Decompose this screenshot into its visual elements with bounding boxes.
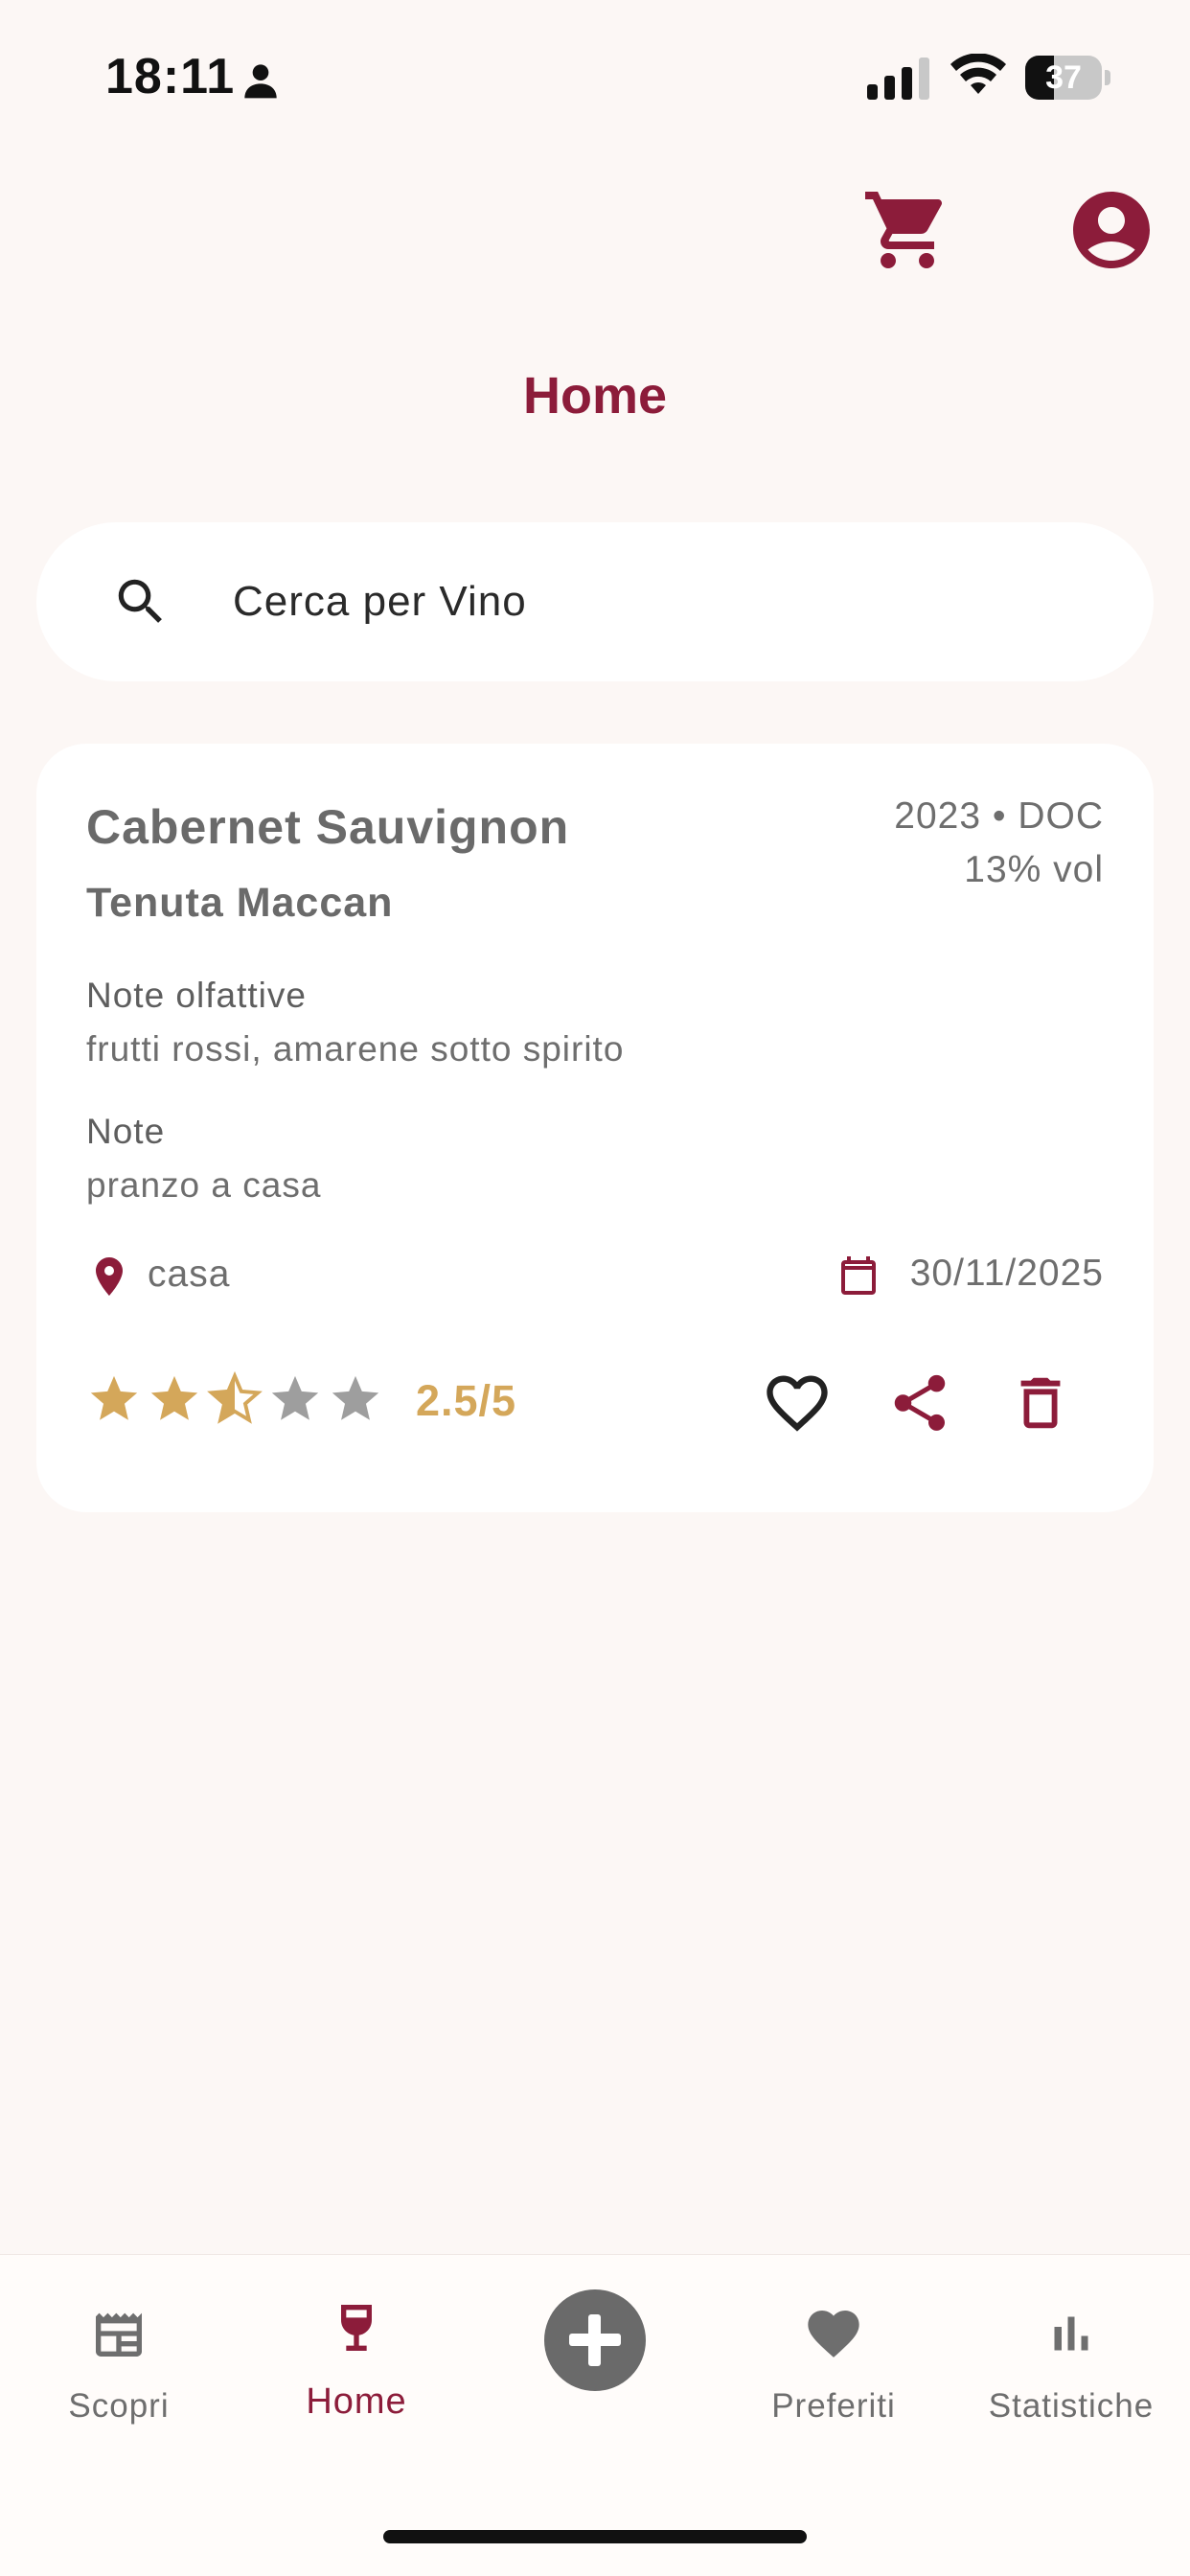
nav-label-preferiti: Preferiti <box>771 2387 896 2425</box>
wine-vintage-denomination: 2023 • DOC <box>894 795 1104 837</box>
rating-stars <box>86 1371 393 1429</box>
delete-button[interactable] <box>1002 1365 1079 1441</box>
nav-item-statistiche[interactable]: Statistiche <box>966 2303 1177 2447</box>
signal-icon <box>867 58 929 100</box>
bar-chart-icon <box>1054 2316 1088 2351</box>
wine-card[interactable]: Cabernet Sauvignon Tenuta Maccan 2023 • … <box>36 744 1154 1512</box>
add-wine-button[interactable] <box>544 2289 646 2391</box>
star-full-icon <box>150 1375 198 1420</box>
battery-percentage: 37 <box>1045 59 1082 96</box>
search-bar[interactable] <box>36 522 1154 681</box>
cart-button[interactable] <box>858 180 957 280</box>
home-indicator[interactable] <box>383 2530 807 2543</box>
app-screen: 18:11 37 Home Cerca per Vino Cabernet Sa… <box>0 0 1190 2576</box>
olfactory-notes-label: Note olfattive <box>86 976 307 1015</box>
star-empty-icon <box>271 1375 319 1420</box>
wine-name: Cabernet Sauvignon <box>86 800 570 854</box>
share-icon <box>894 1374 946 1431</box>
star-empty-icon <box>332 1375 379 1420</box>
nav-item-scopri[interactable]: Scopri <box>13 2303 224 2447</box>
rating-text: 2.5/5 <box>416 1376 517 1425</box>
nav-label-home: Home <box>306 2381 407 2422</box>
nav-label-scopri: Scopri <box>68 2387 170 2425</box>
star-full-icon <box>90 1375 138 1420</box>
heart-outline-icon <box>767 1375 828 1432</box>
nav-label-statistiche: Statistiche <box>988 2387 1155 2425</box>
wifi-icon <box>950 54 1006 94</box>
battery-icon: 37 <box>1025 56 1110 100</box>
notes-value: pranzo a casa <box>86 1165 322 1205</box>
favorite-button[interactable] <box>759 1365 835 1441</box>
notes-label: Note <box>86 1112 166 1151</box>
profile-icon <box>1073 192 1150 268</box>
wine-date: 30/11/2025 <box>909 1253 1104 1294</box>
wine-producer: Tenuta Maccan <box>86 880 394 926</box>
wine-glass-icon <box>341 2305 372 2351</box>
olfactory-notes-value: frutti rossi, amarene sotto spirito <box>86 1029 625 1069</box>
page-title: Home <box>522 367 668 425</box>
cart-icon <box>865 192 943 268</box>
profile-button[interactable] <box>1062 180 1161 280</box>
heart-icon <box>808 2311 859 2358</box>
trash-icon <box>1020 1377 1061 1429</box>
star-half-icon <box>207 1371 263 1424</box>
bottom-navigation: Scopri Home Preferiti Statistiche <box>0 2254 1190 2576</box>
person-icon <box>244 64 277 99</box>
calendar-icon <box>841 1256 876 1295</box>
wine-location: casa <box>148 1254 231 1295</box>
nav-item-preferiti[interactable]: Preferiti <box>728 2303 939 2447</box>
status-time: 18:11 <box>105 49 236 104</box>
wine-abv: 13% vol <box>964 849 1104 890</box>
share-button[interactable] <box>881 1365 958 1441</box>
status-bar: 18:11 37 <box>0 0 1190 153</box>
nav-item-home[interactable]: Home <box>251 2303 462 2447</box>
location-pin-icon <box>96 1257 123 1296</box>
newspaper-icon <box>96 2312 142 2357</box>
search-input[interactable] <box>233 564 1095 640</box>
search-icon <box>118 579 162 623</box>
